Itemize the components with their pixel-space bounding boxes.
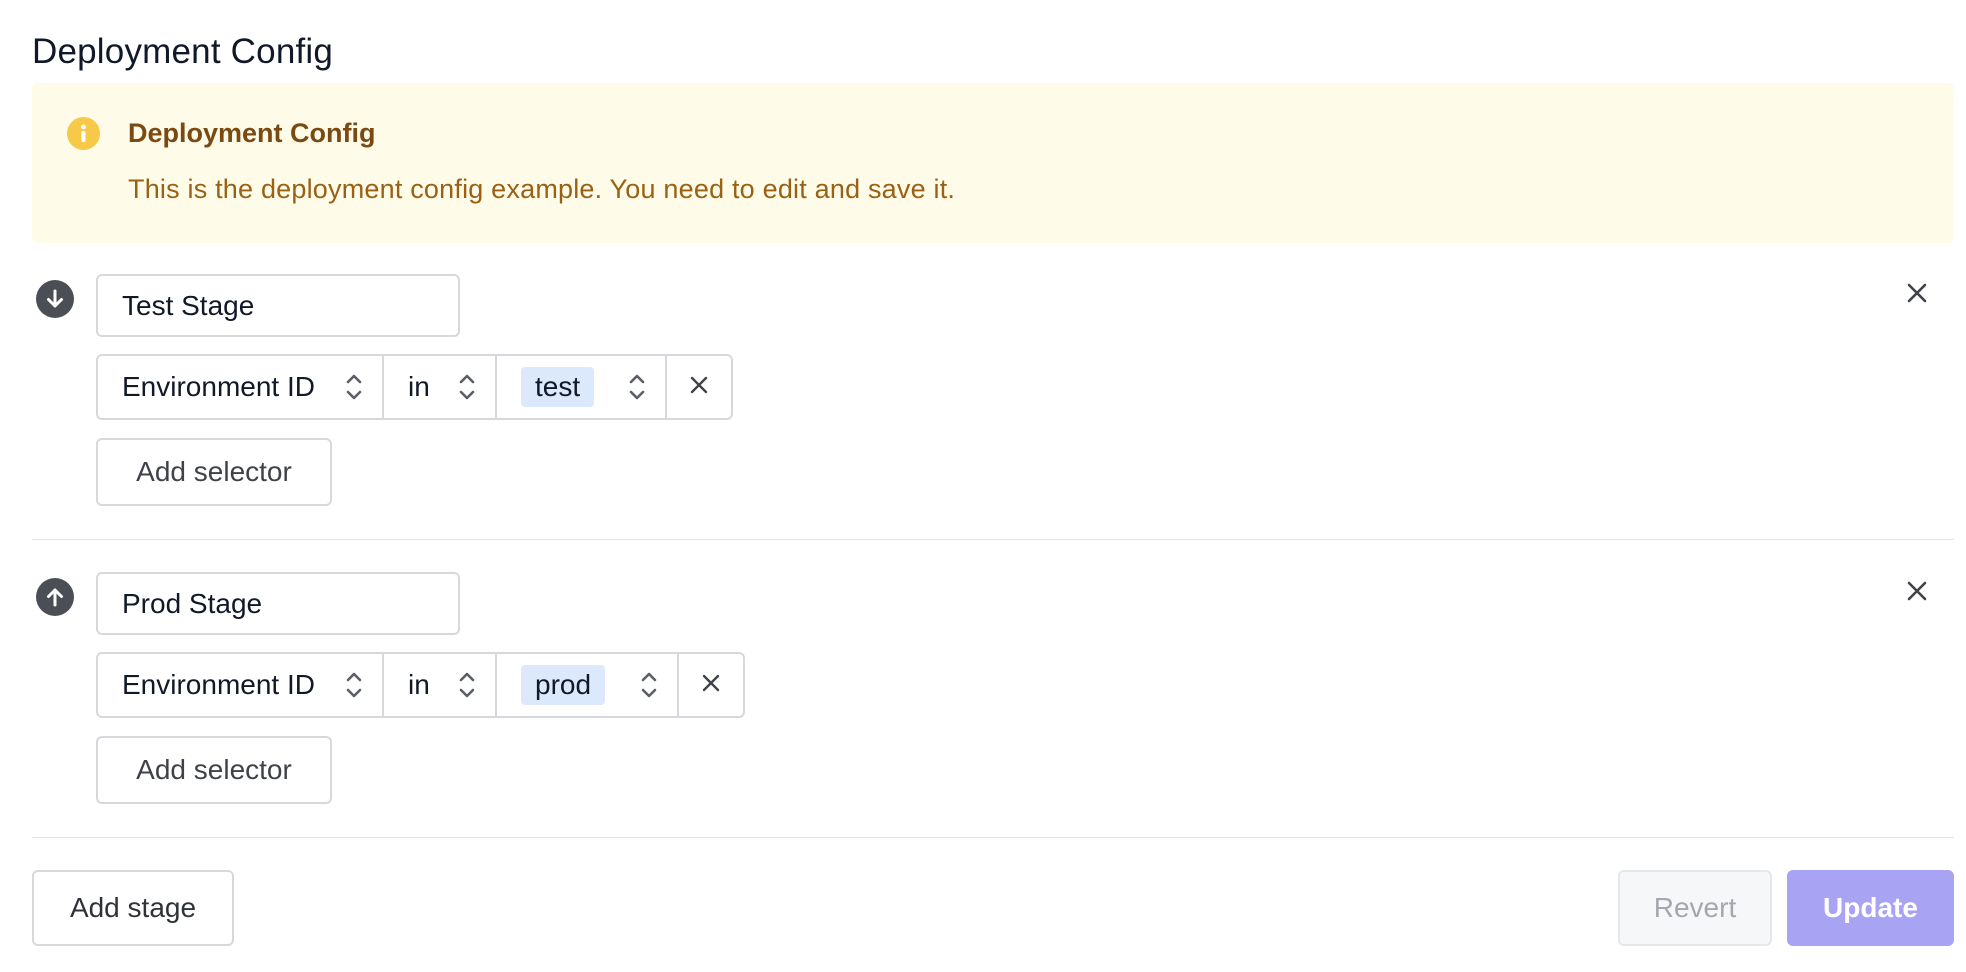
alert-description: This is the deployment config example. Y…	[128, 174, 956, 204]
value-tag: test	[521, 367, 595, 407]
alert-title: Deployment Config	[128, 118, 376, 148]
chevron-up-down-icon	[459, 372, 475, 402]
page-title: Deployment Config	[32, 32, 334, 71]
selector-key-select[interactable]: Environment ID	[98, 654, 384, 716]
selector-row: Environment ID in test	[96, 354, 733, 420]
chevron-up-down-icon	[629, 372, 645, 402]
close-icon	[688, 371, 710, 403]
arrow-down-circle-icon[interactable]	[36, 280, 74, 318]
selector-key-select[interactable]: Environment ID	[98, 356, 384, 418]
close-icon[interactable]	[1900, 574, 1934, 608]
close-icon	[700, 669, 722, 701]
value-tag: prod	[521, 665, 606, 705]
chevron-up-down-icon	[459, 670, 475, 700]
update-button[interactable]: Update	[1787, 870, 1954, 946]
chevron-up-down-icon	[641, 670, 657, 700]
arrow-up-circle-icon[interactable]	[36, 578, 74, 616]
selector-operator-value: in	[408, 669, 430, 700]
chevron-up-down-icon	[346, 670, 362, 700]
selector-operator-value: in	[408, 371, 430, 402]
stage-card: Environment ID in prod Add selector	[32, 568, 1954, 838]
remove-selector-button[interactable]	[667, 356, 731, 418]
selector-key-value: Environment ID	[122, 371, 315, 402]
stage-title-input[interactable]	[96, 274, 460, 337]
info-icon	[67, 117, 100, 150]
chevron-up-down-icon	[346, 372, 362, 402]
revert-button[interactable]: Revert	[1618, 870, 1772, 946]
remove-selector-button[interactable]	[679, 654, 743, 716]
add-selector-button[interactable]: Add selector	[96, 736, 332, 804]
selector-operator-select[interactable]: in	[384, 654, 497, 716]
selector-values-select[interactable]: prod	[497, 654, 679, 716]
stage-title-input[interactable]	[96, 572, 460, 635]
stage-card: Environment ID in test Add selector	[32, 270, 1954, 540]
selector-values-select[interactable]: test	[497, 356, 667, 418]
add-selector-button[interactable]: Add selector	[96, 438, 332, 506]
selector-key-value: Environment ID	[122, 669, 315, 700]
add-stage-button[interactable]: Add stage	[32, 870, 234, 946]
info-alert: Deployment Config This is the deployment…	[32, 83, 1954, 243]
selector-operator-select[interactable]: in	[384, 356, 497, 418]
selector-row: Environment ID in prod	[96, 652, 745, 718]
close-icon[interactable]	[1900, 276, 1934, 310]
